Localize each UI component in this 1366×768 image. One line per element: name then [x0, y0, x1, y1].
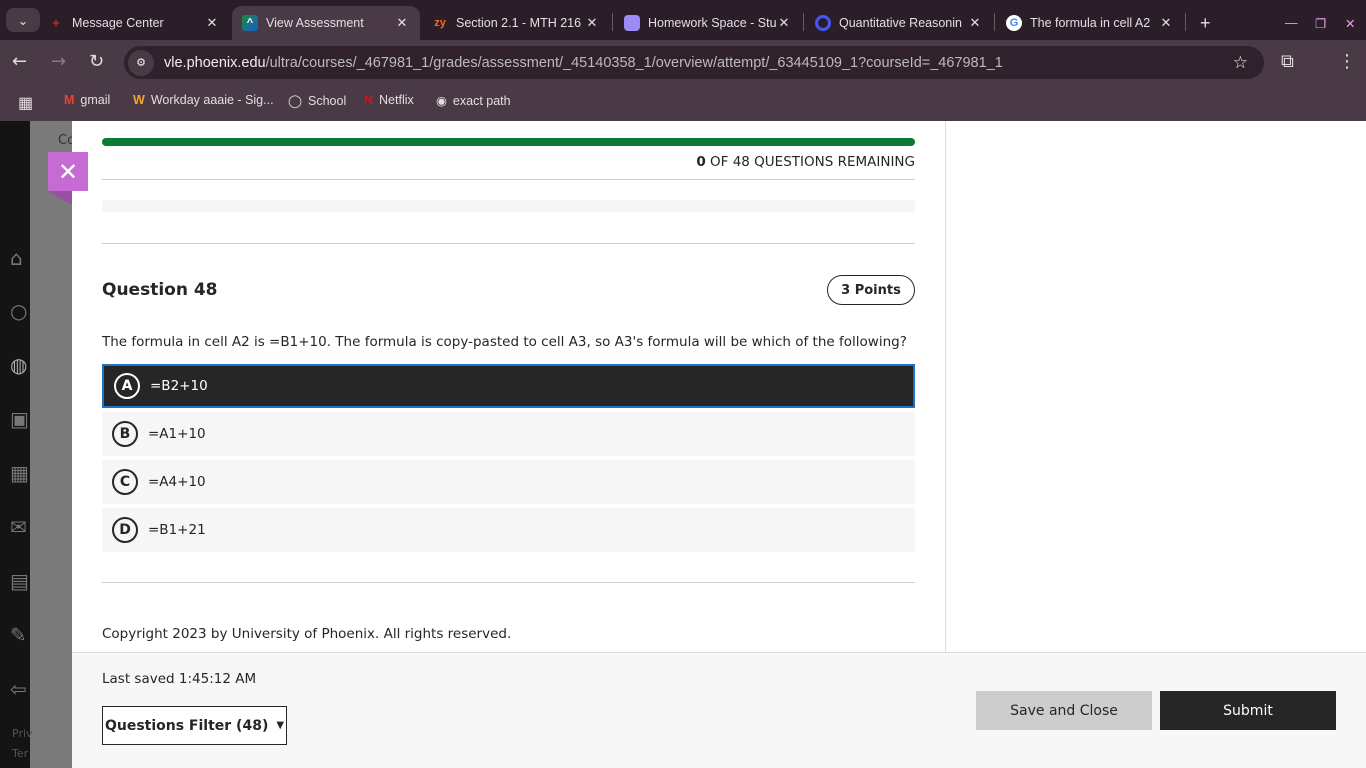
divider — [102, 243, 915, 244]
new-tab-button[interactable]: + — [1190, 6, 1221, 40]
gmail-icon: M — [64, 93, 75, 107]
tab-homework-space[interactable]: Homework Space - Stu ✕ — [614, 6, 802, 40]
question-title: Question 48 — [102, 280, 218, 300]
netflix-icon: N — [364, 93, 374, 107]
sign-out-icon[interactable]: ⇦ — [10, 677, 27, 701]
tools-icon[interactable]: ✎ — [10, 623, 27, 647]
bookmark-workday[interactable]: W Workday aaaie - Sig... — [133, 93, 274, 107]
close-window-button[interactable]: ✕ — [1335, 6, 1365, 40]
divider — [102, 582, 915, 583]
close-tab-icon[interactable]: ✕ — [204, 15, 220, 31]
close-tab-icon[interactable]: ✕ — [1158, 15, 1174, 31]
restore-button[interactable]: ❐ — [1305, 6, 1336, 40]
apps-icon[interactable]: ▦ — [18, 93, 33, 113]
submit-button[interactable]: Submit — [1160, 691, 1336, 730]
courses-icon[interactable]: ▣ — [10, 407, 29, 431]
menu-icon[interactable]: ⋮ — [1338, 51, 1356, 72]
forward-icon[interactable]: → — [51, 51, 66, 72]
quizlet-icon — [815, 15, 831, 31]
extensions-icon[interactable]: ⧉ — [1281, 51, 1294, 72]
page: ⌂ ○ ◍ ▣ ▦ ✉ ▤ ✎ ⇦ Co Priv Ter 0 OF 48 QU… — [0, 121, 1366, 768]
bookmark-exact-path[interactable]: ◉ exact path — [436, 93, 511, 109]
footer-bar: Last saved 1:45:12 AM Questions Filter (… — [72, 652, 1366, 768]
save-and-close-button[interactable]: Save and Close — [976, 691, 1152, 730]
close-tab-icon[interactable]: ✕ — [394, 15, 410, 31]
tab-strip: ⌄ ✦ Message Center ✕ ^ View Assessment ✕ zy S… — [0, 0, 1366, 40]
panel-divider — [945, 121, 946, 652]
bookmark-star-icon[interactable]: ☆ — [1233, 53, 1248, 73]
bookmark-school[interactable]: ◯ School — [288, 93, 346, 109]
option-c[interactable]: C =A4+10 — [102, 460, 915, 504]
institution-icon[interactable]: ⌂ — [10, 246, 23, 270]
questions-filter-button[interactable]: Questions Filter (48) ▼ — [102, 706, 287, 745]
close-tab-fold — [48, 191, 72, 205]
tab-search-button[interactable]: ⌄ — [6, 8, 40, 32]
question-text: The formula in cell A2 is =B1+10. The fo… — [102, 334, 907, 350]
google-icon: G — [1006, 15, 1022, 31]
tab-quizlet[interactable]: Quantitative Reasonin ✕ — [805, 6, 993, 40]
close-tab-icon[interactable]: ✕ — [584, 15, 600, 31]
divider — [102, 179, 915, 180]
gem-icon — [624, 15, 640, 31]
option-d[interactable]: D =B1+21 — [102, 508, 915, 552]
minimize-button[interactable]: — — [1275, 6, 1308, 40]
zybooks-icon: zy — [434, 17, 446, 29]
bookmark-gmail[interactable]: Mgmail — [64, 93, 110, 107]
reload-icon[interactable]: ↻ — [89, 51, 104, 72]
messages-icon[interactable]: ✉ — [10, 515, 27, 539]
blackboard-icon: ^ — [242, 15, 258, 31]
option-a[interactable]: A =B2+10 — [102, 364, 915, 408]
browser-toolbar: ← → ↻ ⚙ vle.phoenix.edu/ultra/courses/_4… — [0, 40, 1366, 85]
bulb-icon: ◯ — [288, 94, 302, 108]
points-badge: 3 Points — [827, 275, 915, 305]
course-nav: ⌂ ○ ◍ ▣ ▦ ✉ ▤ ✎ ⇦ — [0, 121, 30, 768]
option-b[interactable]: B =A1+10 — [102, 412, 915, 456]
globe-icon[interactable]: ◍ — [10, 353, 27, 377]
tab-view-assessment[interactable]: ^ View Assessment ✕ — [232, 6, 420, 40]
tab-message-center[interactable]: ✦ Message Center ✕ — [38, 6, 230, 40]
close-tab-icon[interactable]: ✕ — [967, 15, 983, 31]
last-saved: Last saved 1:45:12 AM — [102, 671, 257, 687]
bookmarks-bar: ▦ Mgmail W Workday aaaie - Sig... ◯ School… — [0, 85, 1366, 121]
profile-icon[interactable]: ○ — [10, 299, 27, 323]
chevron-down-icon: ⌄ — [17, 13, 29, 28]
back-icon[interactable]: ← — [12, 51, 27, 72]
calendar-icon[interactable]: ▦ — [10, 461, 29, 485]
copyright: Copyright 2023 by University of Phoenix.… — [102, 626, 512, 642]
bookmark-netflix[interactable]: N Netflix — [364, 93, 414, 107]
modal-overlay: Co Priv Ter — [12, 121, 75, 768]
previous-option-fragment — [102, 200, 915, 212]
address-bar[interactable]: ⚙ vle.phoenix.edu/ultra/courses/_467981_… — [124, 46, 1264, 79]
workday-icon: W — [133, 93, 145, 107]
exact-path-icon: ◉ — [436, 94, 447, 108]
close-assessment-button[interactable]: ✕ — [48, 152, 88, 191]
close-icon: ✕ — [57, 157, 79, 186]
progress-bar — [102, 138, 915, 146]
site-info-icon[interactable]: ⚙ — [128, 49, 154, 76]
close-tab-icon[interactable]: ✕ — [776, 15, 792, 31]
tab-zybooks[interactable]: zy Section 2.1 - MTH 216 ✕ — [422, 6, 610, 40]
grades-icon[interactable]: ▤ — [10, 569, 29, 593]
tab-google[interactable]: G The formula in cell A2 ✕ — [996, 6, 1184, 40]
questions-remaining: 0 OF 48 QUESTIONS REMAINING — [696, 154, 915, 170]
phoenix-icon: ✦ — [51, 17, 61, 30]
caret-down-icon: ▼ — [276, 720, 285, 731]
